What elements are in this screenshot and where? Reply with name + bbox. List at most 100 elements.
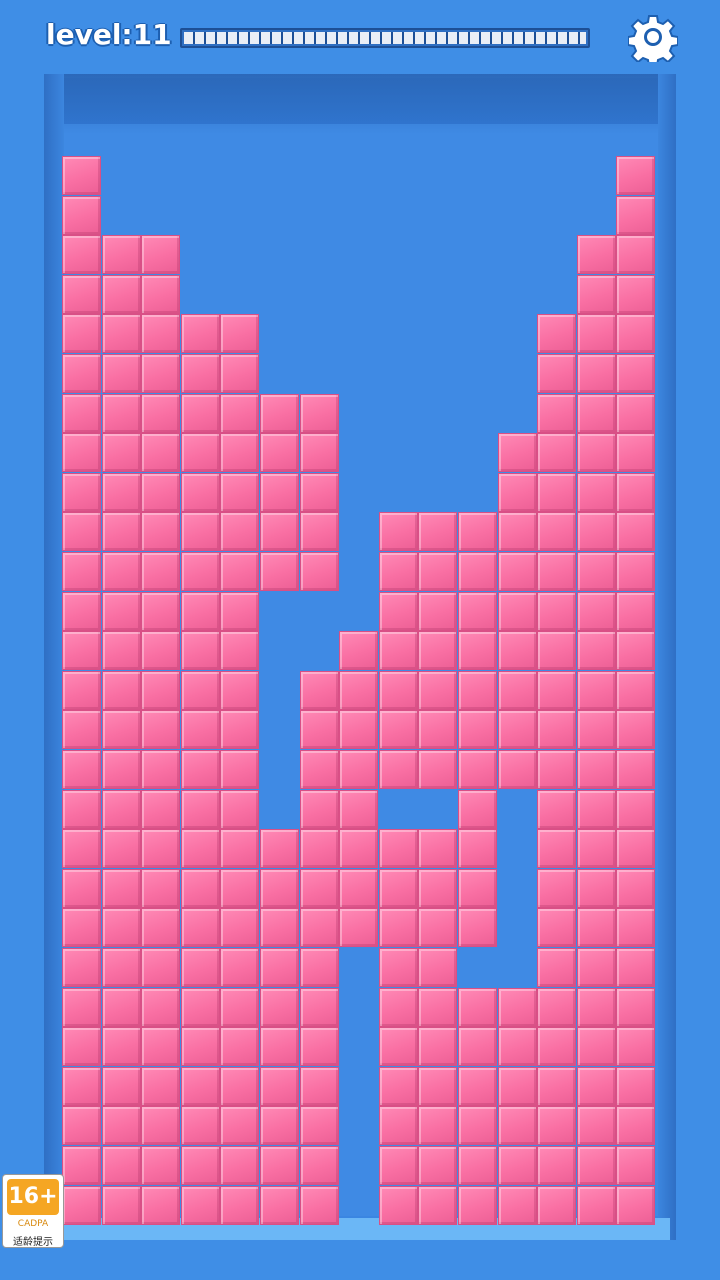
block-cell[interactable] [141, 670, 181, 710]
block-cell[interactable] [418, 987, 458, 1027]
block-cell[interactable] [62, 789, 101, 829]
block-cell[interactable] [180, 670, 220, 710]
block-cell[interactable] [537, 908, 577, 948]
block-cell[interactable] [418, 1106, 458, 1146]
block-cell[interactable] [220, 1185, 260, 1225]
block-cell[interactable] [537, 631, 577, 671]
block-cell[interactable] [180, 591, 220, 631]
block-cell[interactable] [141, 274, 181, 314]
block-cell[interactable] [101, 1146, 141, 1185]
block-cell[interactable] [537, 591, 577, 631]
block-cell[interactable] [458, 908, 497, 948]
block-cell[interactable] [260, 1106, 299, 1146]
block-cell[interactable] [378, 1106, 418, 1146]
block-cell[interactable] [576, 750, 616, 789]
block-cell[interactable] [378, 710, 418, 750]
block-cell[interactable] [299, 1185, 339, 1225]
block-cell[interactable] [299, 1146, 339, 1185]
block-cell[interactable] [458, 670, 497, 710]
block-cell[interactable] [537, 868, 577, 908]
block-cell[interactable] [62, 433, 101, 473]
block-cell[interactable] [339, 750, 379, 789]
block-cell[interactable] [616, 433, 656, 473]
block-cell[interactable] [378, 908, 418, 948]
block-cell[interactable] [458, 868, 497, 908]
block-cell[interactable] [141, 1066, 181, 1106]
block-cell[interactable] [62, 1066, 101, 1106]
block-cell[interactable] [141, 948, 181, 987]
block-cell[interactable] [537, 1185, 577, 1225]
block-cell[interactable] [141, 987, 181, 1027]
block-cell[interactable] [616, 314, 656, 354]
block-cell[interactable] [220, 314, 260, 354]
block-cell[interactable] [101, 750, 141, 789]
block-cell[interactable] [62, 552, 101, 591]
block-cell[interactable] [616, 552, 656, 591]
block-cell[interactable] [418, 710, 458, 750]
block-cell[interactable] [299, 1066, 339, 1106]
block-cell[interactable] [101, 393, 141, 433]
block-cell[interactable] [537, 354, 577, 393]
block-cell[interactable] [497, 433, 537, 473]
block-cell[interactable] [616, 274, 656, 314]
block-cell[interactable] [299, 868, 339, 908]
block-cell[interactable] [576, 552, 616, 591]
block-cell[interactable] [220, 1146, 260, 1185]
block-cell[interactable] [616, 789, 656, 829]
block-cell[interactable] [141, 354, 181, 393]
block-cell[interactable] [616, 195, 656, 235]
block-cell[interactable] [101, 552, 141, 591]
block-cell[interactable] [378, 868, 418, 908]
block-cell[interactable] [141, 750, 181, 789]
block-cell[interactable] [260, 1185, 299, 1225]
block-cell[interactable] [180, 1066, 220, 1106]
block-cell[interactable] [576, 987, 616, 1027]
block-cell[interactable] [101, 591, 141, 631]
block-cell[interactable] [180, 987, 220, 1027]
block-cell[interactable] [537, 750, 577, 789]
block-cell[interactable] [101, 789, 141, 829]
block-cell[interactable] [101, 314, 141, 354]
block-cell[interactable] [180, 789, 220, 829]
block-cell[interactable] [141, 433, 181, 473]
block-cell[interactable] [576, 868, 616, 908]
block-cell[interactable] [576, 631, 616, 671]
block-cell[interactable] [299, 393, 339, 433]
block-cell[interactable] [141, 710, 181, 750]
block-cell[interactable] [62, 156, 101, 195]
block-cell[interactable] [299, 750, 339, 789]
block-cell[interactable] [378, 552, 418, 591]
block-cell[interactable] [576, 829, 616, 869]
block-cell[interactable] [418, 908, 458, 948]
block-cell[interactable] [141, 908, 181, 948]
block-cell[interactable] [220, 433, 260, 473]
block-cell[interactable] [458, 591, 497, 631]
block-cell[interactable] [418, 1027, 458, 1067]
block-cell[interactable] [458, 1066, 497, 1106]
block-cell[interactable] [260, 1146, 299, 1185]
block-cell[interactable] [220, 829, 260, 869]
block-cell[interactable] [260, 868, 299, 908]
block-cell[interactable] [537, 829, 577, 869]
block-cell[interactable] [299, 789, 339, 829]
block-cell[interactable] [101, 868, 141, 908]
block-cell[interactable] [537, 393, 577, 433]
block-cell[interactable] [62, 670, 101, 710]
block-cell[interactable] [180, 1027, 220, 1067]
block-cell[interactable] [180, 948, 220, 987]
block-cell[interactable] [180, 393, 220, 433]
block-cell[interactable] [180, 1106, 220, 1146]
block-cell[interactable] [101, 235, 141, 275]
block-cell[interactable] [141, 472, 181, 512]
block-cell[interactable] [418, 552, 458, 591]
block-cell[interactable] [141, 512, 181, 552]
block-cell[interactable] [616, 987, 656, 1027]
block-cell[interactable] [458, 1027, 497, 1067]
block-cell[interactable] [576, 1106, 616, 1146]
block-cell[interactable] [260, 1066, 299, 1106]
block-cell[interactable] [576, 908, 616, 948]
block-cell[interactable] [616, 829, 656, 869]
block-cell[interactable] [418, 1185, 458, 1225]
block-cell[interactable] [62, 948, 101, 987]
block-cell[interactable] [62, 393, 101, 433]
